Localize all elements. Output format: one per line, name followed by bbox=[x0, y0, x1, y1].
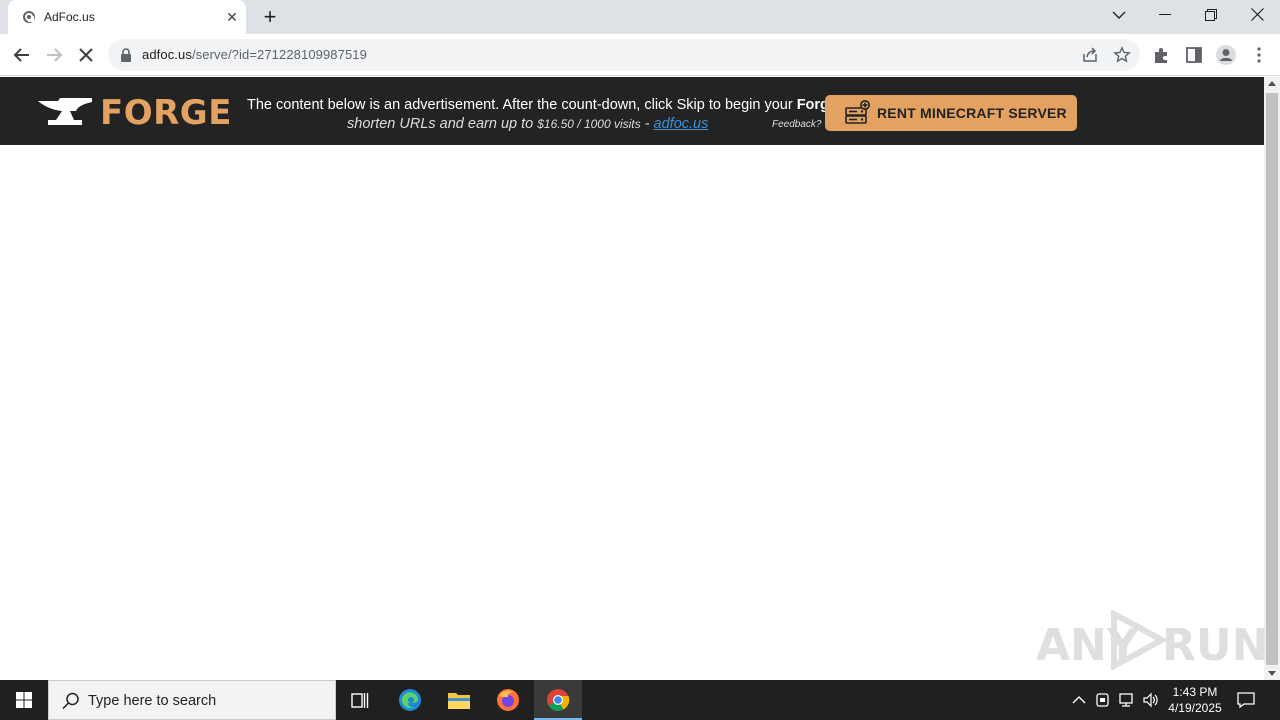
ad-earn-rate: $16.50 / 1000 visits bbox=[537, 117, 641, 131]
meet-now-icon[interactable] bbox=[1094, 691, 1112, 709]
tab-close-icon[interactable]: ✕ bbox=[224, 9, 240, 25]
watermark-right: RUN bbox=[1162, 620, 1269, 671]
forge-logo[interactable]: FORGE bbox=[38, 93, 231, 133]
forward-arrow-icon[interactable] bbox=[42, 43, 66, 67]
anyrun-watermark: ANY RUN bbox=[1036, 608, 1268, 672]
chrome-icon bbox=[547, 689, 570, 711]
share-icon[interactable] bbox=[1081, 46, 1099, 64]
side-panel-icon[interactable] bbox=[1184, 45, 1204, 65]
ad-earn-separator: - bbox=[640, 116, 654, 132]
network-icon[interactable] bbox=[1118, 691, 1136, 709]
ad-earn-main: shorten URLs and earn up to bbox=[347, 116, 538, 132]
lock-icon[interactable] bbox=[120, 48, 132, 62]
notifications-icon[interactable] bbox=[1236, 690, 1256, 710]
rent-minecraft-server-button[interactable]: RENT MINECRAFT SERVER bbox=[825, 95, 1077, 131]
stop-loading-icon[interactable] bbox=[74, 43, 98, 67]
browser-toolbar: adfoc.us/serve/?id=271228109987519 bbox=[0, 34, 1280, 76]
scrollbar-thumb[interactable] bbox=[1266, 93, 1278, 665]
edge-icon bbox=[399, 689, 421, 711]
ad-bar: FORGE The content below is an advertisem… bbox=[0, 77, 1264, 145]
restore-icon bbox=[1205, 9, 1217, 21]
close-window-button[interactable] bbox=[1234, 0, 1280, 30]
search-icon bbox=[62, 692, 79, 710]
minimize-icon bbox=[1159, 14, 1171, 15]
windows-taskbar: Type here to search 1:43 PM 4/19/2025 bbox=[0, 680, 1280, 720]
page-content bbox=[0, 145, 1264, 680]
volume-icon[interactable] bbox=[1142, 691, 1160, 709]
back-arrow-icon[interactable] bbox=[10, 43, 34, 67]
ad-notice-text: The content below is an advertisement. A… bbox=[247, 97, 837, 113]
menu-kebab-icon[interactable] bbox=[1249, 45, 1269, 65]
profile-avatar-icon[interactable] bbox=[1215, 44, 1237, 66]
firefox-app[interactable] bbox=[484, 680, 532, 720]
tab-title: AdFoc.us bbox=[44, 10, 95, 24]
start-button[interactable] bbox=[0, 680, 48, 720]
system-clock[interactable]: 1:43 PM 4/19/2025 bbox=[1162, 684, 1228, 716]
folder-icon bbox=[448, 693, 470, 709]
forge-wordmark: FORGE bbox=[100, 93, 232, 133]
anvil-icon bbox=[38, 98, 92, 125]
rent-button-label: RENT MINECRAFT SERVER bbox=[877, 105, 1067, 121]
scroll-up-arrow-icon[interactable] bbox=[1268, 81, 1276, 86]
tab-search-chevron-icon[interactable] bbox=[1111, 9, 1127, 21]
ad-notice-main: The content below is an advertisement. A… bbox=[247, 97, 797, 113]
taskbar-search-box[interactable]: Type here to search bbox=[48, 680, 336, 720]
windows-logo-icon bbox=[16, 692, 32, 708]
vertical-scrollbar[interactable] bbox=[1264, 77, 1280, 680]
feedback-link[interactable]: Feedback? bbox=[772, 119, 821, 130]
url-path: /serve/?id=271228109987519 bbox=[191, 47, 367, 62]
play-logo-icon bbox=[1111, 610, 1168, 670]
close-icon bbox=[1250, 8, 1264, 21]
url-text[interactable]: adfoc.us/serve/?id=271228109987519 bbox=[142, 47, 367, 62]
task-view-icon bbox=[351, 693, 369, 708]
clock-date: 4/19/2025 bbox=[1168, 701, 1222, 715]
browser-tab[interactable]: AdFoc.us ✕ bbox=[8, 0, 246, 34]
minimize-button[interactable] bbox=[1142, 0, 1188, 30]
chrome-app[interactable] bbox=[534, 680, 582, 720]
bookmark-star-icon[interactable] bbox=[1113, 46, 1131, 64]
adfocus-link[interactable]: adfoc.us bbox=[654, 116, 709, 132]
restore-button[interactable] bbox=[1188, 0, 1234, 30]
favicon-icon bbox=[23, 11, 35, 23]
tab-strip: AdFoc.us ✕ + bbox=[0, 0, 1280, 34]
show-hidden-icons-chevron-icon[interactable] bbox=[1070, 691, 1088, 709]
task-view-button[interactable] bbox=[336, 680, 384, 720]
extensions-puzzle-icon[interactable] bbox=[1152, 45, 1172, 65]
ad-earn-text: shorten URLs and earn up to $16.50 / 100… bbox=[347, 116, 708, 132]
new-tab-button[interactable]: + bbox=[258, 6, 282, 28]
scroll-down-arrow-icon[interactable] bbox=[1268, 671, 1276, 676]
firefox-icon bbox=[497, 689, 519, 711]
server-icon bbox=[845, 100, 870, 124]
file-explorer-app[interactable] bbox=[435, 680, 483, 720]
search-placeholder: Type here to search bbox=[88, 693, 217, 709]
address-bar[interactable]: adfoc.us/serve/?id=271228109987519 bbox=[108, 39, 1140, 71]
clock-time: 1:43 PM bbox=[1172, 685, 1218, 699]
edge-app[interactable] bbox=[386, 680, 434, 720]
url-host: adfoc.us bbox=[142, 47, 192, 62]
